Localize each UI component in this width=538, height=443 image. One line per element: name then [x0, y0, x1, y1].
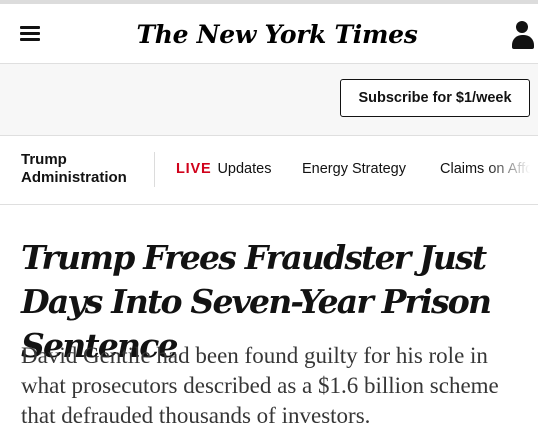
section-title[interactable]: Trump Administration [21, 151, 146, 187]
subscribe-button[interactable]: Subscribe for $1/week [340, 79, 530, 117]
hamburger-menu-icon[interactable] [20, 26, 40, 42]
article-summary: David Gentile had been found guilty for … [21, 343, 499, 428]
nav-item-energy-strategy[interactable]: Energy Strategy [302, 161, 406, 177]
live-label: LIVE [176, 161, 212, 177]
nav-divider [154, 152, 155, 187]
user-account-icon[interactable] [512, 21, 538, 51]
nyt-logo[interactable]: The New York Times [136, 12, 417, 56]
section-navigation: Trump Administration LIVE Updates Energy … [0, 136, 538, 205]
subscribe-bar: Subscribe for $1/week [0, 64, 538, 136]
masthead: The New York Times [0, 4, 538, 64]
nav-scroll-fade [486, 136, 538, 203]
nav-item-live-updates[interactable]: LIVE Updates [176, 161, 271, 177]
nav-item-label: Updates [217, 161, 272, 177]
